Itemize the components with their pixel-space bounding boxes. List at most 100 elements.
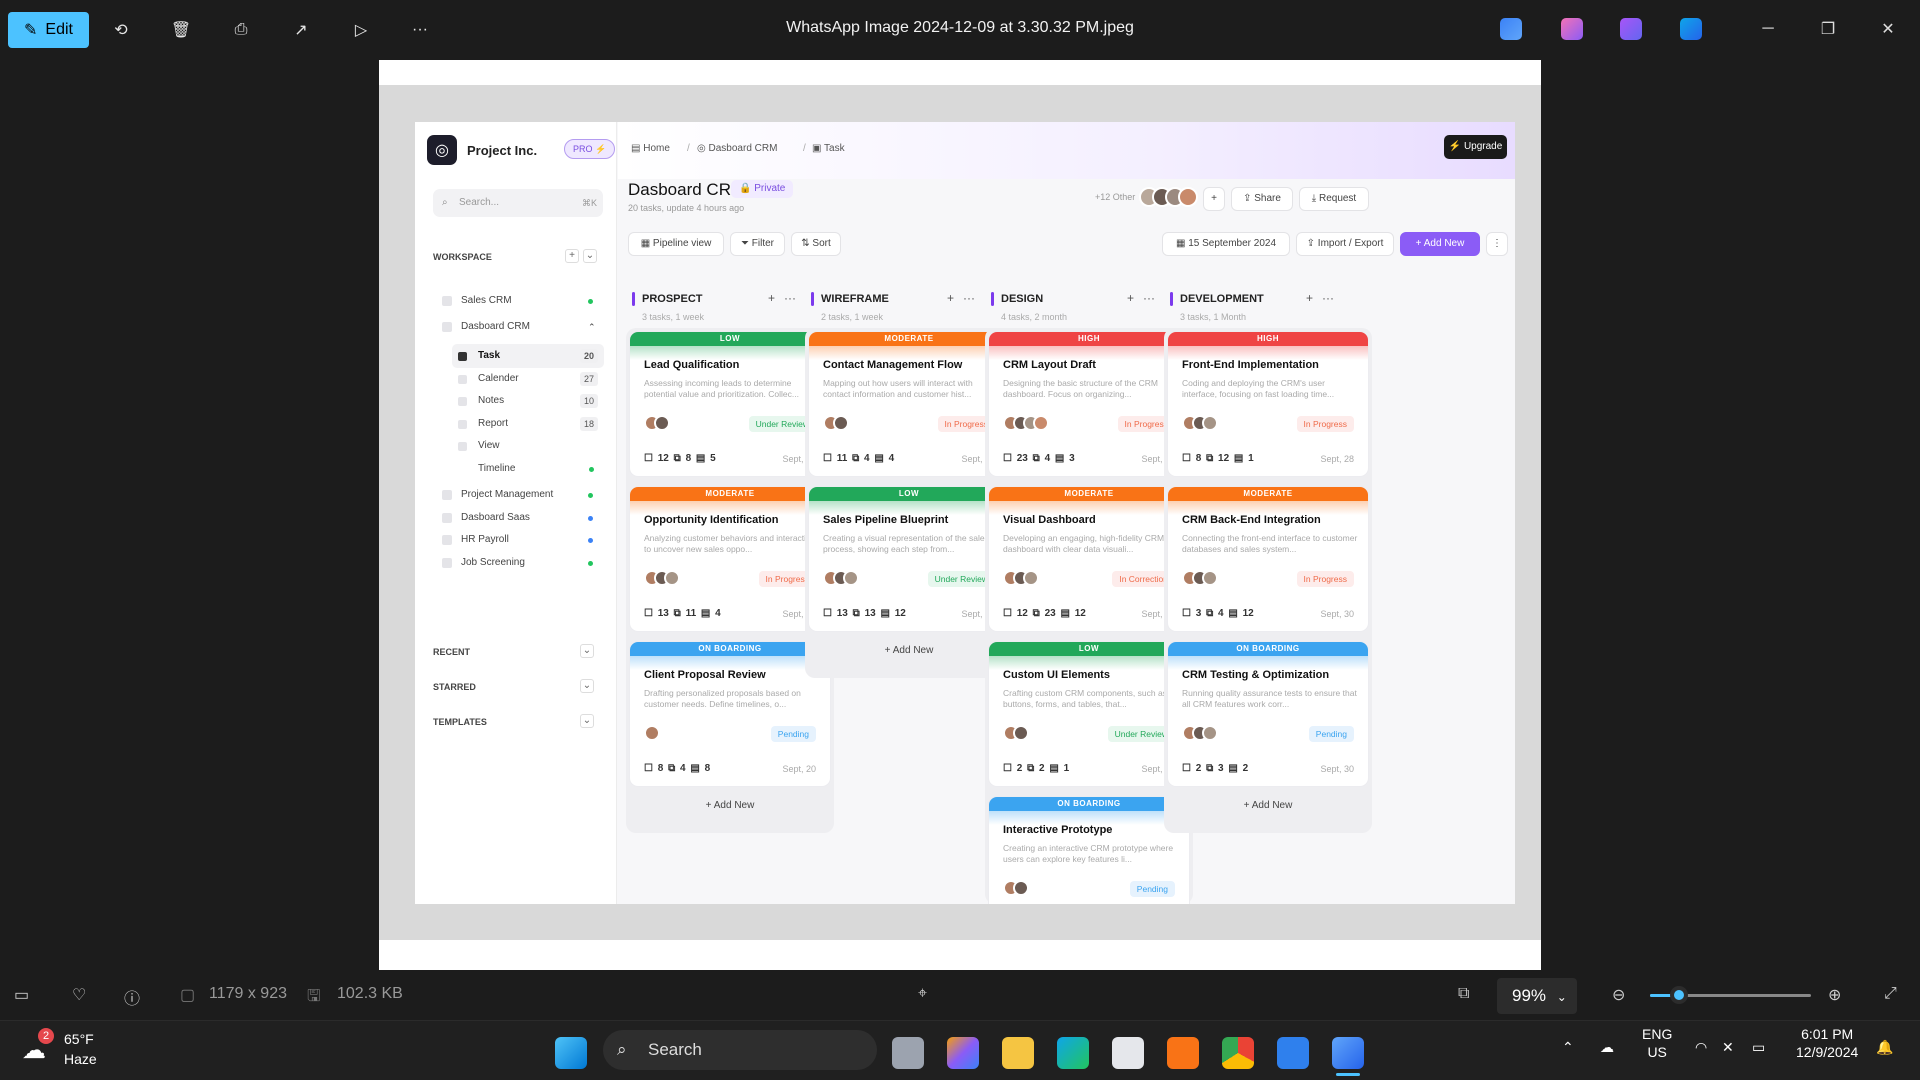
- breadcrumb-dashboard[interactable]: ◎ Dasboard CRM: [697, 143, 777, 154]
- assignee-avatars[interactable]: [1182, 725, 1218, 745]
- clipchamp-icon[interactable]: [1620, 18, 1642, 40]
- add-new-card-button[interactable]: + Add New: [628, 800, 832, 811]
- designer-icon[interactable]: [1561, 18, 1583, 40]
- task-card[interactable]: ON BOARDING Interactive Prototype Creating…: [988, 796, 1190, 904]
- start-icon[interactable]: [555, 1037, 587, 1069]
- task-card[interactable]: LOW Sales Pipeline Blueprint Creating a vi…: [808, 486, 1010, 632]
- photos-app-icon[interactable]: [1500, 18, 1522, 40]
- share-button[interactable]: ⇪ Share: [1231, 187, 1293, 211]
- onedrive-icon[interactable]: [1680, 18, 1702, 40]
- pro-badge[interactable]: PRO ⚡: [564, 139, 616, 159]
- assignee-avatars[interactable]: [644, 415, 670, 435]
- sidebar-item-job-screening[interactable]: Job Screening: [433, 551, 603, 575]
- battery-icon[interactable]: ▭: [1752, 1039, 1765, 1056]
- assignee-avatars[interactable]: [1003, 880, 1029, 900]
- assignee-avatars[interactable]: [823, 570, 859, 590]
- add-member-button[interactable]: +: [1203, 187, 1225, 211]
- fit-screen-icon[interactable]: ⧉: [1458, 985, 1469, 1003]
- add-card-icon[interactable]: +: [1306, 291, 1313, 305]
- filmstrip-icon[interactable]: ▭: [14, 985, 29, 1005]
- upgrade-button[interactable]: ⚡ Upgrade: [1444, 135, 1507, 159]
- avatar[interactable]: [1178, 187, 1198, 207]
- breadcrumb-task[interactable]: ▣ Task: [812, 143, 845, 154]
- restore-icon[interactable]: ❐: [1808, 14, 1848, 44]
- task-card[interactable]: LOW Custom UI Elements Crafting custom CRM…: [988, 641, 1190, 787]
- assignee-avatars[interactable]: [1003, 725, 1029, 745]
- assignee-avatars[interactable]: [823, 415, 849, 435]
- more-icon[interactable]: ···: [963, 291, 975, 305]
- more-icon[interactable]: ···: [784, 291, 796, 305]
- add-new-button[interactable]: + Add New: [1400, 232, 1480, 256]
- add-new-card-button[interactable]: + Add New: [807, 645, 1011, 656]
- app-icon[interactable]: [1167, 1037, 1199, 1069]
- task-card[interactable]: MODERATE CRM Back-End Integration Connecti…: [1167, 486, 1369, 632]
- more-icon[interactable]: ···: [1143, 291, 1155, 305]
- add-card-icon[interactable]: +: [947, 291, 954, 305]
- chevron-up-icon[interactable]: ⌃: [1562, 1039, 1574, 1056]
- breadcrumb-home[interactable]: ▤ Home: [631, 143, 670, 154]
- task-card[interactable]: MODERATE Visual Dashboard Developing an en…: [988, 486, 1190, 632]
- sidebar-item-dashboard-crm[interactable]: Dasboard CRM ⌃: [433, 315, 603, 339]
- task-card[interactable]: MODERATE Contact Management Flow Mapping o…: [808, 331, 1010, 477]
- file-explorer-icon[interactable]: [1002, 1037, 1034, 1069]
- sidebar-item-hr-payroll[interactable]: HR Payroll: [433, 528, 603, 552]
- sidebar-item-dasboard-saas[interactable]: Dasboard Saas: [433, 506, 603, 530]
- assignee-avatars[interactable]: [1003, 415, 1049, 435]
- private-badge[interactable]: 🔒 Private: [731, 180, 794, 198]
- task-card[interactable]: ON BOARDING CRM Testing & Optimization Run…: [1167, 641, 1369, 787]
- sidebar-item-project-management[interactable]: Project Management: [433, 483, 603, 507]
- sidebar-item-sales-crm[interactable]: Sales CRM: [433, 289, 603, 313]
- assignee-avatars[interactable]: [644, 570, 680, 590]
- request-button[interactable]: ⤓ Request: [1299, 187, 1369, 211]
- import-export-button[interactable]: ⇪ Import / Export: [1296, 232, 1394, 256]
- clock[interactable]: 6:01 PM 12/9/2024: [1796, 1025, 1858, 1061]
- sidebar-subitem-notes[interactable]: Notes 10: [452, 389, 604, 413]
- photos-taskbar-icon[interactable]: [1332, 1037, 1364, 1069]
- sidebar-subitem-timeline[interactable]: Timeline: [452, 457, 604, 481]
- chrome-icon[interactable]: [1222, 1037, 1254, 1069]
- add-new-card-button[interactable]: + Add New: [1166, 800, 1370, 811]
- add-card-icon[interactable]: +: [1127, 291, 1134, 305]
- date-picker-button[interactable]: ▦ 15 September 2024: [1162, 232, 1290, 256]
- copilot-icon[interactable]: [947, 1037, 979, 1069]
- taskbar-search[interactable]: ⌕ Search: [603, 1030, 877, 1070]
- add-card-icon[interactable]: +: [768, 291, 775, 305]
- assignee-avatars[interactable]: [1003, 570, 1039, 590]
- edge-icon[interactable]: [1057, 1037, 1089, 1069]
- sidebar-subitem-task[interactable]: Task 20: [452, 344, 604, 368]
- volume-muted-icon[interactable]: ✕: [1722, 1039, 1734, 1056]
- chevron-down-icon[interactable]: ⌄: [580, 714, 594, 728]
- sidebar-search-input[interactable]: ⌕ Search... ⌘K: [433, 189, 603, 217]
- chevron-down-icon[interactable]: ⌄: [583, 249, 597, 263]
- more-icon[interactable]: ···: [1322, 291, 1334, 305]
- assignee-avatars[interactable]: [1182, 415, 1218, 435]
- info-icon[interactable]: ⓘ: [124, 985, 140, 1009]
- more-options-icon[interactable]: ⋮: [1486, 232, 1508, 256]
- task-card[interactable]: HIGH CRM Layout Draft Designing the basic …: [988, 331, 1190, 477]
- pipeline-view-button[interactable]: ▦ Pipeline view: [628, 232, 724, 256]
- zoom-dropdown[interactable]: 99% ⌄: [1497, 978, 1577, 1014]
- sidebar-subitem-calender[interactable]: Calender 27: [452, 367, 604, 391]
- zoom-slider-handle[interactable]: [1670, 986, 1688, 1004]
- task-card[interactable]: MODERATE Opportunity Identification Analyz…: [629, 486, 831, 632]
- zoom-out-icon[interactable]: ⊖: [1612, 985, 1625, 1005]
- onedrive-tray-icon[interactable]: ☁: [1600, 1039, 1614, 1056]
- chevron-down-icon[interactable]: ⌄: [580, 679, 594, 693]
- task-card[interactable]: LOW Lead Qualification Assessing incoming …: [629, 331, 831, 477]
- filter-button[interactable]: ⏷ Filter: [730, 232, 785, 256]
- language-indicator[interactable]: ENG US: [1642, 1025, 1672, 1061]
- wifi-icon[interactable]: ◠: [1695, 1039, 1707, 1056]
- favorite-icon[interactable]: ♡: [72, 985, 86, 1005]
- assignee-avatars[interactable]: [1182, 570, 1218, 590]
- close-icon[interactable]: ✕: [1868, 14, 1908, 44]
- sidebar-subitem-view[interactable]: View: [452, 434, 604, 458]
- minimize-icon[interactable]: ─: [1748, 14, 1788, 44]
- sidebar-subitem-report[interactable]: Report 18: [452, 412, 604, 436]
- notifications-bell-icon[interactable]: 🔔: [1876, 1039, 1893, 1056]
- sort-button[interactable]: ⇅ Sort: [791, 232, 841, 256]
- task-view-icon[interactable]: [892, 1037, 924, 1069]
- zoom-in-icon[interactable]: ⊕: [1828, 985, 1841, 1005]
- store-icon[interactable]: [1112, 1037, 1144, 1069]
- vscode-icon[interactable]: [1277, 1037, 1309, 1069]
- chevron-down-icon[interactable]: ⌄: [580, 644, 594, 658]
